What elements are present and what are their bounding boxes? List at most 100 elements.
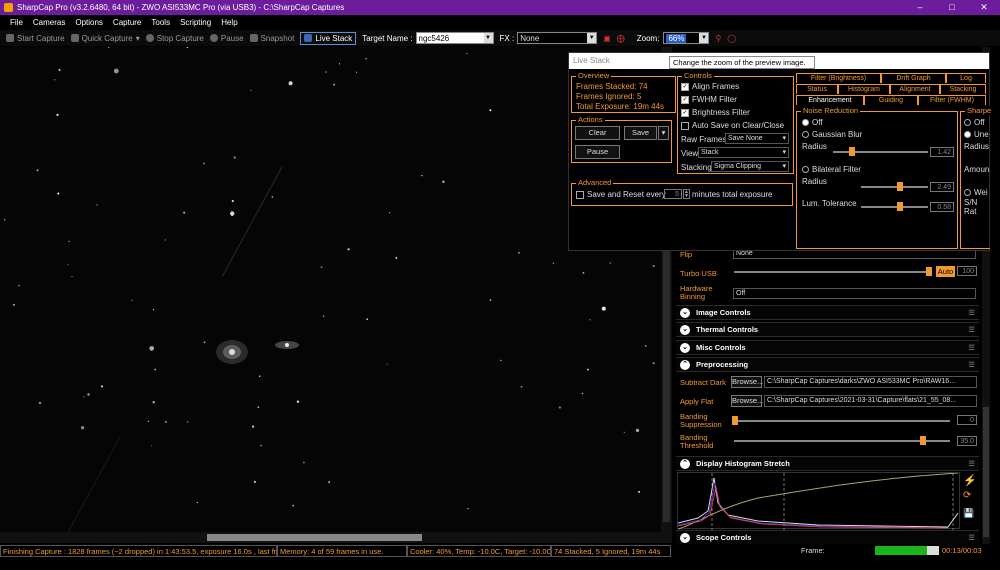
target-icon-wrap[interactable]: ⨁ bbox=[617, 34, 625, 43]
scroll-thumb[interactable] bbox=[207, 534, 422, 541]
turbo-usb-slider[interactable] bbox=[734, 271, 929, 273]
quick-capture-button[interactable]: Quick Capture ▾ bbox=[70, 34, 140, 43]
section-histogram-stretch[interactable]: ⌃ Display Histogram Stretch ☰ bbox=[676, 456, 979, 471]
dropdown-arrow-icon[interactable]: ▼ bbox=[699, 33, 709, 43]
browse-flat-button[interactable]: Browse... bbox=[731, 395, 763, 407]
nr-radius2-slider[interactable] bbox=[861, 186, 928, 188]
nr-off-row[interactable]: Off bbox=[802, 118, 823, 127]
menu-icon[interactable]: ☰ bbox=[968, 360, 975, 369]
tab-stacking[interactable]: Stacking bbox=[940, 84, 986, 94]
sh-off-row[interactable]: Off bbox=[964, 118, 985, 127]
section-preprocessing[interactable]: ⌃ Preprocessing ☰ bbox=[676, 357, 979, 372]
section-misc-controls[interactable]: ⌄ Misc Controls ☰ bbox=[676, 340, 979, 355]
fx-select[interactable]: None ▼ bbox=[517, 32, 598, 44]
menu-icon[interactable]: ☰ bbox=[968, 325, 975, 334]
nr-gaussian-radio[interactable] bbox=[802, 131, 809, 139]
tab-histogram[interactable]: Histogram bbox=[838, 84, 890, 94]
dropdown-arrow-icon[interactable]: ▼ bbox=[587, 33, 597, 43]
menu-file[interactable]: File bbox=[10, 18, 23, 27]
section-thermal-controls[interactable]: ⌄ Thermal Controls ☰ bbox=[676, 322, 979, 337]
start-capture-button[interactable]: Start Capture bbox=[6, 34, 65, 43]
crop-icon[interactable]: ▣ bbox=[603, 34, 611, 43]
banding-threshold-slider[interactable] bbox=[734, 440, 950, 442]
section-scope-controls[interactable]: ⌄ Scope Controls ☰ bbox=[676, 530, 979, 545]
pause-button[interactable]: Pause bbox=[209, 34, 244, 43]
save-dropdown-button[interactable]: ▾ bbox=[658, 126, 669, 140]
dropdown-arrow-icon[interactable]: ▼ bbox=[483, 33, 493, 43]
binning-select[interactable]: Off bbox=[733, 288, 976, 299]
live-stack-button[interactable]: Live Stack bbox=[300, 31, 357, 45]
browse-dark-button[interactable]: Browse... bbox=[731, 376, 763, 388]
tab-alignment[interactable]: Alignment bbox=[890, 84, 940, 94]
reset-icon[interactable]: ⟳ bbox=[963, 490, 971, 501]
banding-suppression-knob[interactable] bbox=[732, 416, 738, 425]
pause-stack-button[interactable]: Pause bbox=[575, 145, 620, 159]
fwhm-filter-checkbox[interactable]: ✓ bbox=[681, 95, 689, 104]
nr-bilateral-row[interactable]: Bilateral Filter bbox=[802, 165, 861, 174]
lum-tolerance-slider[interactable] bbox=[861, 206, 928, 208]
nr-radius-knob[interactable] bbox=[849, 147, 855, 156]
nr-radius-value[interactable]: 1.42 bbox=[930, 147, 954, 157]
turbo-value[interactable]: 100 bbox=[957, 266, 977, 276]
tab-filter-fwhm[interactable]: Filter (FWHM) bbox=[918, 95, 986, 105]
nr-radius2-knob[interactable] bbox=[897, 182, 903, 191]
sh-wei-row[interactable]: Wei bbox=[964, 188, 988, 197]
histogram-display[interactable] bbox=[677, 472, 960, 530]
snapshot-button[interactable]: Snapshot bbox=[249, 34, 294, 43]
lum-tolerance-value[interactable]: 0.58 bbox=[930, 202, 954, 212]
fwhm-filter-row[interactable]: ✓ FWHM Filter bbox=[681, 95, 737, 104]
stop-capture-button[interactable]: Stop Capture bbox=[145, 34, 204, 43]
zoom-in-wrap[interactable]: ⚲ bbox=[715, 34, 721, 43]
tab-drift-graph[interactable]: Drift Graph bbox=[881, 73, 946, 83]
clear-button[interactable]: Clear bbox=[575, 126, 620, 140]
banding-threshold-knob[interactable] bbox=[920, 436, 926, 445]
align-frames-row[interactable]: ✓ Align Frames bbox=[681, 82, 739, 91]
brightness-filter-row[interactable]: ✓ Brightness Filter bbox=[681, 108, 750, 117]
zoom-select[interactable]: 66% ▼ bbox=[663, 32, 710, 44]
auto-save-row[interactable]: Auto Save on Clear/Close bbox=[681, 121, 784, 130]
menu-help[interactable]: Help bbox=[221, 18, 237, 27]
turbo-auto-button[interactable]: Auto bbox=[936, 266, 955, 277]
scroll-thumb[interactable] bbox=[983, 407, 989, 537]
nr-bilateral-radio[interactable] bbox=[802, 166, 809, 174]
save-reset-checkbox[interactable] bbox=[576, 190, 584, 199]
sh-un-radio[interactable] bbox=[964, 131, 971, 139]
sh-off-radio[interactable] bbox=[964, 119, 971, 127]
menu-icon[interactable]: ☰ bbox=[968, 533, 975, 542]
menu-icon[interactable]: ☰ bbox=[968, 343, 975, 352]
nr-off-radio[interactable] bbox=[802, 119, 809, 127]
minimize-icon[interactable]: – bbox=[904, 0, 936, 15]
horizontal-scrollbar[interactable] bbox=[0, 532, 672, 543]
crop-icon-wrap[interactable]: ▣ bbox=[603, 34, 611, 43]
zoom-out-wrap[interactable]: ◯ bbox=[727, 34, 736, 43]
menu-cameras[interactable]: Cameras bbox=[33, 18, 65, 27]
nr-gaussian-row[interactable]: Gaussian Blur bbox=[802, 130, 862, 139]
save-icon[interactable]: 💾 bbox=[963, 508, 974, 519]
menu-capture[interactable]: Capture bbox=[113, 18, 141, 27]
save-button[interactable]: Save bbox=[624, 126, 657, 140]
reticle-icon[interactable]: ⨁ bbox=[617, 34, 625, 43]
menu-scripting[interactable]: Scripting bbox=[180, 18, 211, 27]
nr-radius-slider[interactable] bbox=[833, 151, 928, 153]
tab-filter-brightness[interactable]: Filter (Brightness) bbox=[796, 73, 881, 83]
sh-wei-radio[interactable] bbox=[964, 189, 971, 197]
lightning-icon[interactable]: ⚡ bbox=[963, 474, 977, 487]
brightness-filter-checkbox[interactable]: ✓ bbox=[681, 108, 689, 117]
flat-path-select[interactable]: C:\SharpCap Captures\2021-03-31\Capture\… bbox=[764, 395, 977, 407]
view-select[interactable]: Stack ▾ bbox=[698, 147, 789, 158]
sh-un-row[interactable]: Une bbox=[964, 130, 989, 139]
dark-path-select[interactable]: C:\SharpCap Captures\darks\ZWO ASI533MC … bbox=[764, 376, 977, 388]
target-name-input[interactable]: ngc5426 ▼ bbox=[415, 32, 494, 44]
maximize-icon[interactable]: □ bbox=[936, 0, 968, 15]
menu-tools[interactable]: Tools bbox=[151, 18, 170, 27]
align-frames-checkbox[interactable]: ✓ bbox=[681, 82, 689, 91]
tab-log[interactable]: Log bbox=[946, 73, 986, 83]
auto-save-checkbox[interactable] bbox=[681, 121, 689, 130]
tab-guiding[interactable]: Guiding bbox=[864, 95, 918, 105]
raw-frames-select[interactable]: Save None ▾ bbox=[725, 133, 789, 144]
zoom-in-icon[interactable]: ⚲ bbox=[715, 34, 721, 43]
turbo-usb-knob[interactable] bbox=[926, 267, 932, 276]
stacking-select[interactable]: Sigma Clipping ▾ bbox=[711, 161, 789, 172]
tab-enhancement[interactable]: Enhancement bbox=[796, 95, 864, 105]
zoom-fit-icon[interactable]: ◯ bbox=[727, 34, 736, 43]
